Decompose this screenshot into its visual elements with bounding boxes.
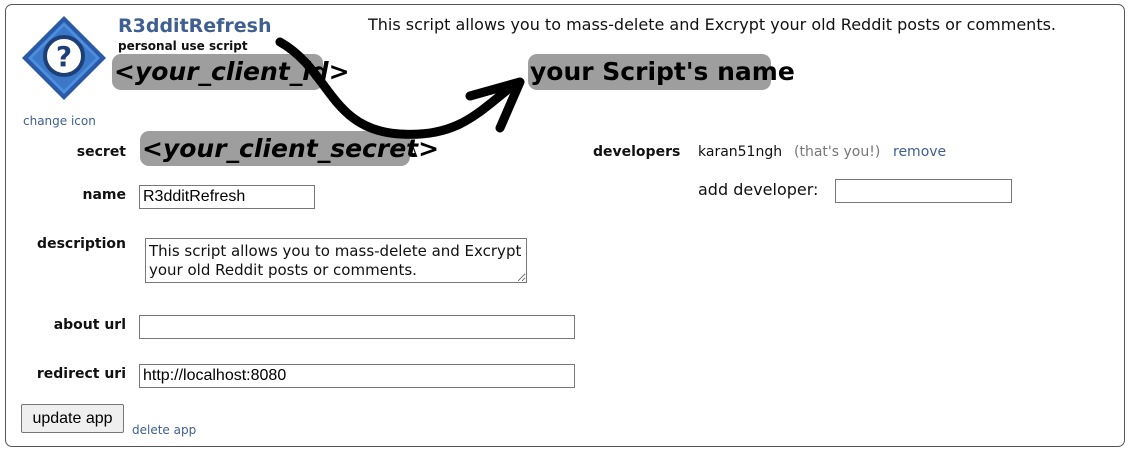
name-input[interactable]	[139, 185, 315, 209]
redirect-uri-input[interactable]	[139, 364, 575, 388]
about-url-label: about url	[53, 317, 126, 333]
svg-text:?: ?	[56, 40, 72, 73]
client-id-annotation: <your_client_id>	[112, 54, 350, 90]
delete-app-link[interactable]: delete app	[132, 423, 196, 437]
app-type-label: personal use script	[118, 39, 248, 53]
about-url-input[interactable]	[139, 315, 575, 339]
redirect-uri-label: redirect uri	[36, 366, 126, 382]
description-textarea[interactable]: This script allows you to mass-delete an…	[145, 238, 527, 283]
developer-name: karan51ngh	[698, 144, 783, 160]
remove-developer-link[interactable]: remove	[893, 144, 946, 160]
app-description-text: This script allows you to mass-delete an…	[368, 15, 1057, 34]
script-name-annotation: your Script's name	[528, 54, 795, 90]
add-developer-input[interactable]	[835, 179, 1012, 203]
update-app-button[interactable]: update app	[21, 404, 124, 433]
developer-note: (that's you!)	[794, 144, 881, 160]
secret-label: secret	[76, 144, 126, 160]
add-developer-label: add developer:	[698, 180, 819, 199]
client-secret-annotation: <your_client_secret>	[140, 131, 439, 166]
developers-label: developers	[593, 144, 681, 160]
description-label: description	[37, 236, 126, 252]
app-title[interactable]: R3dditRefresh	[118, 15, 272, 37]
name-label: name	[82, 187, 127, 203]
change-icon-link[interactable]: change icon	[23, 114, 96, 128]
question-mark-diamond-icon: ?	[22, 16, 106, 100]
